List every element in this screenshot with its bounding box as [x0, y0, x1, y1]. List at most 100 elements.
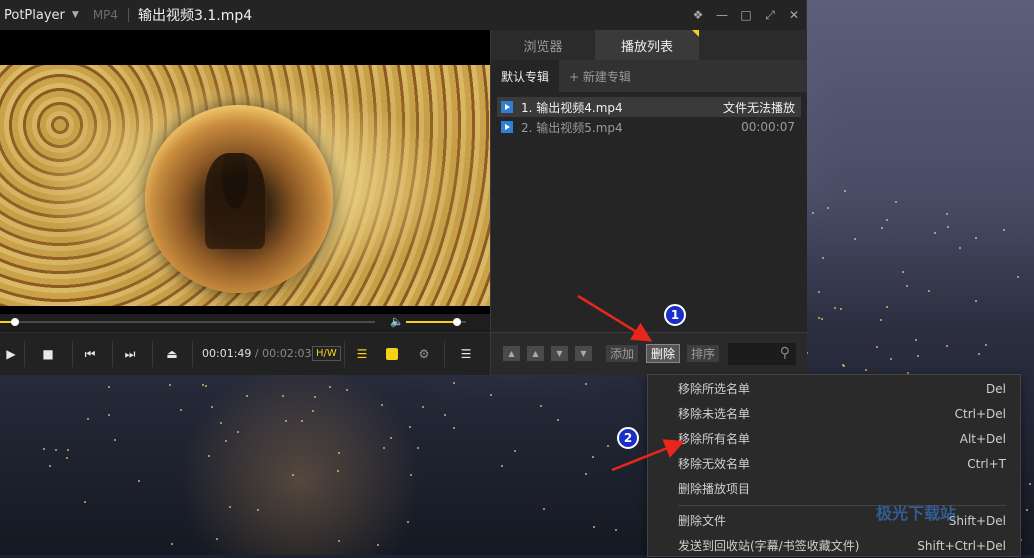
menu-label: 移除所选名单	[678, 382, 751, 396]
city-light	[409, 425, 412, 428]
app-menu-button[interactable]: PotPlayer ▼	[0, 8, 79, 23]
maximize-icon[interactable]: □	[734, 8, 758, 22]
city-light	[338, 451, 340, 454]
city-light	[906, 285, 909, 288]
city-light	[114, 438, 117, 441]
city-light	[409, 474, 412, 477]
city-light	[220, 422, 223, 425]
step-badge-1: 1	[664, 304, 686, 326]
playlist-toggle-icon[interactable]	[380, 333, 404, 375]
next-icon[interactable]: ⏭	[116, 333, 144, 375]
city-light	[591, 456, 594, 459]
control-divider	[24, 341, 25, 367]
time-display: 00:01:49 / 00:02:03	[202, 347, 312, 360]
tab-default-album[interactable]: 默认专辑	[491, 60, 560, 92]
menu-label: 删除播放项目	[678, 482, 751, 496]
window-controls: ❖ — □ ⤢ ✕	[686, 0, 806, 30]
menu-item-delete-file[interactable]: 删除文件 Shift+Del	[648, 508, 1020, 533]
city-light	[817, 290, 820, 293]
city-light	[585, 472, 588, 475]
seek-bar[interactable]: 🔈	[0, 314, 490, 330]
tab-playlist[interactable]: 播放列表	[595, 30, 699, 60]
menu-icon[interactable]: ☰	[454, 333, 478, 375]
previous-icon[interactable]: ⏮	[76, 333, 104, 375]
menu-item-remove-invalid[interactable]: 移除无效名单 Ctrl+T	[648, 451, 1020, 476]
city-light	[843, 190, 846, 193]
city-light	[974, 299, 977, 302]
title-divider	[128, 8, 130, 22]
menu-item-remove-all[interactable]: 移除所有名单 Alt+Del	[648, 426, 1020, 451]
gear-icon[interactable]: ⚙	[412, 333, 436, 375]
menu-label: 移除未选名单	[678, 407, 751, 421]
tab-browser[interactable]: 浏览器	[491, 30, 595, 60]
move-up-icon[interactable]: ▲	[527, 346, 544, 361]
city-light	[914, 339, 917, 342]
city-light	[500, 465, 503, 468]
watermark: 极光下载站	[876, 504, 957, 523]
list-item[interactable]: 1. 输出视频4.mp4 文件无法播放	[497, 97, 801, 117]
menu-item-send-to-recycle-bin[interactable]: 发送到回收站(字幕/书签收藏文件) Shift+Ctrl+Del	[648, 533, 1020, 558]
city-light	[864, 368, 867, 371]
city-light	[880, 226, 883, 229]
menu-label: 发送到回收站(字幕/书签收藏文件)	[678, 539, 860, 553]
city-light	[107, 386, 110, 389]
city-light	[211, 406, 214, 409]
video-frame	[0, 65, 490, 306]
seek-handle[interactable]	[11, 318, 19, 326]
time-current: 00:01:49	[202, 347, 252, 360]
fullscreen-icon[interactable]: ⤢	[758, 8, 782, 23]
city-light	[933, 231, 936, 234]
volume-handle[interactable]	[453, 318, 461, 326]
city-light	[443, 414, 446, 417]
city-light	[890, 358, 893, 361]
item-name: 2. 输出视频5.mp4	[521, 120, 623, 135]
city-light	[228, 505, 231, 508]
city-light	[452, 426, 455, 429]
playlist-search[interactable]: ⚲	[728, 343, 796, 365]
stop-icon[interactable]: ■	[34, 333, 62, 375]
control-divider	[444, 341, 445, 367]
video-area[interactable]	[0, 30, 490, 314]
step-badge-2: 2	[617, 427, 639, 449]
menu-item-delete-play-item[interactable]: 删除播放项目	[648, 476, 1020, 501]
volume-icon[interactable]: 🔈	[390, 315, 404, 328]
city-light	[345, 388, 348, 391]
pin-icon[interactable]: ❖	[686, 8, 710, 22]
minimize-icon[interactable]: —	[710, 8, 734, 22]
city-light	[42, 447, 45, 450]
menu-shortcut: Del	[986, 381, 1006, 396]
city-light	[285, 419, 288, 422]
city-light	[406, 521, 409, 524]
add-button[interactable]: 添加	[606, 345, 639, 362]
city-light	[329, 385, 332, 388]
city-light	[207, 454, 210, 457]
move-top-icon[interactable]: ▲	[503, 346, 520, 361]
move-bottom-icon[interactable]: ▼	[575, 346, 592, 361]
close-icon[interactable]: ✕	[782, 8, 806, 22]
new-album-button[interactable]: + 新建专辑	[559, 60, 641, 92]
city-light	[67, 448, 70, 451]
control-divider	[344, 341, 345, 367]
panel-tabs: 浏览器 播放列表	[491, 30, 807, 60]
menu-item-remove-selected[interactable]: 移除所选名单 Del	[648, 376, 1020, 401]
city-light	[513, 450, 516, 453]
control-bar: ▶ ■ ⏮ ⏭ ⏏ 00:01:49 / 00:02:03 H/W ☰ ⚙ ☰	[0, 332, 490, 375]
play-icon[interactable]: ▶	[0, 333, 22, 375]
list-item[interactable]: 2. 输出视频5.mp4 00:00:07	[497, 117, 801, 137]
city-light	[311, 409, 314, 412]
move-down-icon[interactable]: ▼	[551, 346, 568, 361]
city-light	[959, 246, 962, 249]
eject-icon[interactable]: ⏏	[158, 333, 186, 375]
city-light	[337, 540, 340, 543]
city-light	[314, 395, 317, 398]
menu-shortcut: Alt+Del	[959, 431, 1006, 446]
city-light	[1028, 483, 1031, 486]
delete-button[interactable]: 删除	[645, 344, 681, 363]
sort-button[interactable]: 排序	[687, 345, 720, 362]
city-light	[539, 404, 542, 407]
search-list-icon[interactable]: ☰	[350, 333, 374, 375]
hw-decode-badge[interactable]: H/W	[312, 346, 341, 361]
menu-item-remove-unselected[interactable]: 移除未选名单 Ctrl+Del	[648, 401, 1020, 426]
time-total: 00:02:03	[262, 347, 312, 360]
title-bar: PotPlayer ▼ MP4 输出视频3.1.mp4 ❖ — □ ⤢ ✕	[0, 0, 806, 30]
